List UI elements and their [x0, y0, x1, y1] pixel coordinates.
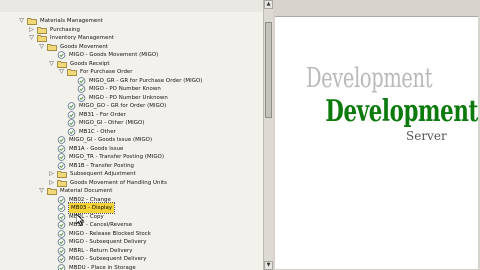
expander-icon[interactable]: ▽	[58, 68, 65, 76]
scroll-down-button[interactable]: ▼	[264, 261, 273, 270]
tree-row-label: MBDU - Place in Storage	[69, 264, 136, 270]
expander-icon[interactable]: ▽	[38, 187, 45, 195]
logo-sub-text: Server	[406, 129, 447, 143]
content-pane: Development Development Server	[273, 0, 480, 270]
vertical-scrollbar[interactable]: ▲ ▼	[263, 0, 273, 270]
scroll-up-button[interactable]: ▲	[264, 0, 273, 9]
expander-icon[interactable]: ▽	[18, 17, 25, 25]
expander-icon[interactable]: ▽	[38, 43, 45, 51]
menu-tree: ▽ Materials Management ▷ Purchasing ▽ Invento…	[0, 0, 263, 270]
transaction-icon	[57, 263, 66, 270]
expander-icon[interactable]: ▽	[48, 60, 55, 68]
scroll-thumb[interactable]	[265, 22, 272, 118]
mouse-pointer-icon	[76, 214, 85, 226]
logo-main-text: Development	[325, 94, 478, 129]
tree-transaction-row[interactable]: MBDU - Place in Storage	[48, 263, 136, 270]
expander-icon[interactable]: ▽	[28, 34, 35, 42]
server-logo: Development Development Server	[306, 62, 478, 143]
logo-shadow-text: Development	[306, 62, 433, 94]
image-canvas: Development Development Server	[275, 16, 478, 269]
navigation-pane: ▽ Materials Management ▷ Purchasing ▽ Invento…	[0, 0, 264, 270]
